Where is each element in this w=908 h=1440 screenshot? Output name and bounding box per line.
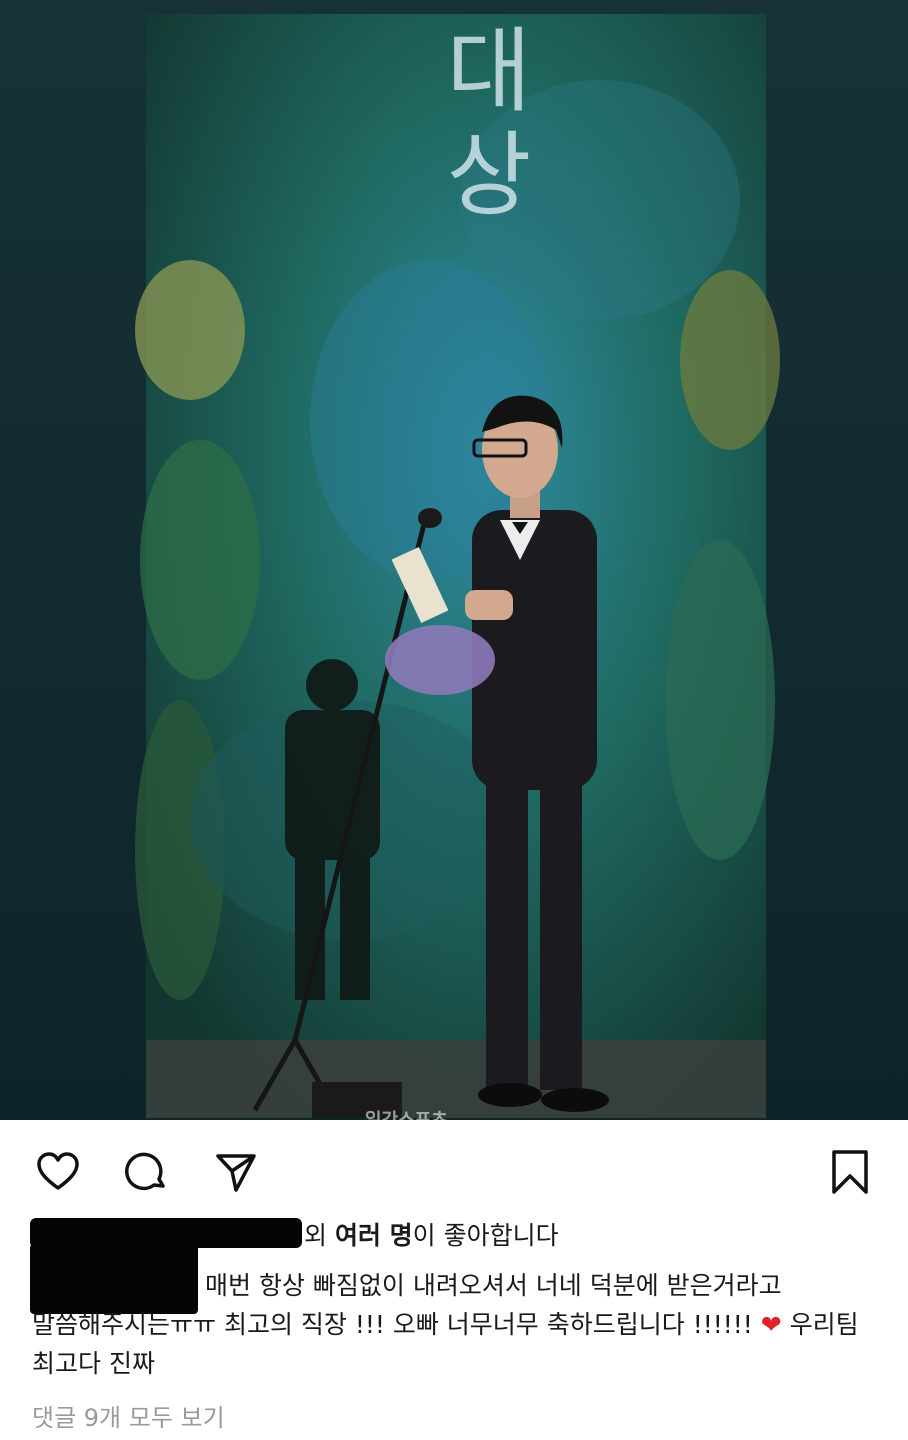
likes-suffix: 이 좋아합니다 <box>412 1221 559 1250</box>
caption-line-2b: 우리팀 <box>781 1310 859 1339</box>
stage-title-text: 대 상 <box>446 18 534 229</box>
likes-bold: 여러 명 <box>334 1221 413 1250</box>
bookmark-icon[interactable] <box>826 1148 874 1196</box>
caption-line-1: 매번 항상 빠짐없이 내려오셔서 너네 덕분에 받은거라고 <box>205 1271 782 1300</box>
likes-prefix: 외 <box>304 1221 335 1250</box>
caption-line-3: 최고다 진짜 <box>32 1349 155 1378</box>
redacted-author <box>30 1244 198 1314</box>
heart-outline-icon[interactable] <box>34 1148 82 1196</box>
caption-line-2: 말씀해주시는ㅠㅠ 최고의 직장 !!! 오빠 너무너무 축하드립니다 !!!!!… <box>32 1307 859 1343</box>
post-image[interactable]: 대 상 일간스포츠 <box>0 0 908 1120</box>
comment-bubble-icon[interactable] <box>123 1148 171 1196</box>
photo-watermark: 일간스포츠 <box>365 1106 448 1120</box>
paper-plane-icon[interactable] <box>212 1148 260 1196</box>
caption-line-2a: 말씀해주시는ㅠㅠ 최고의 직장 !!! 오빠 너무너무 축하드립니다 !!!!!… <box>32 1310 761 1339</box>
view-all-comments-link[interactable]: 댓글 9개 모두 보기 <box>32 1398 225 1433</box>
likes-summary[interactable]: 외 여러 명이 좋아합니다 <box>304 1218 559 1254</box>
heart-emoji-icon: ❤ <box>760 1310 782 1339</box>
